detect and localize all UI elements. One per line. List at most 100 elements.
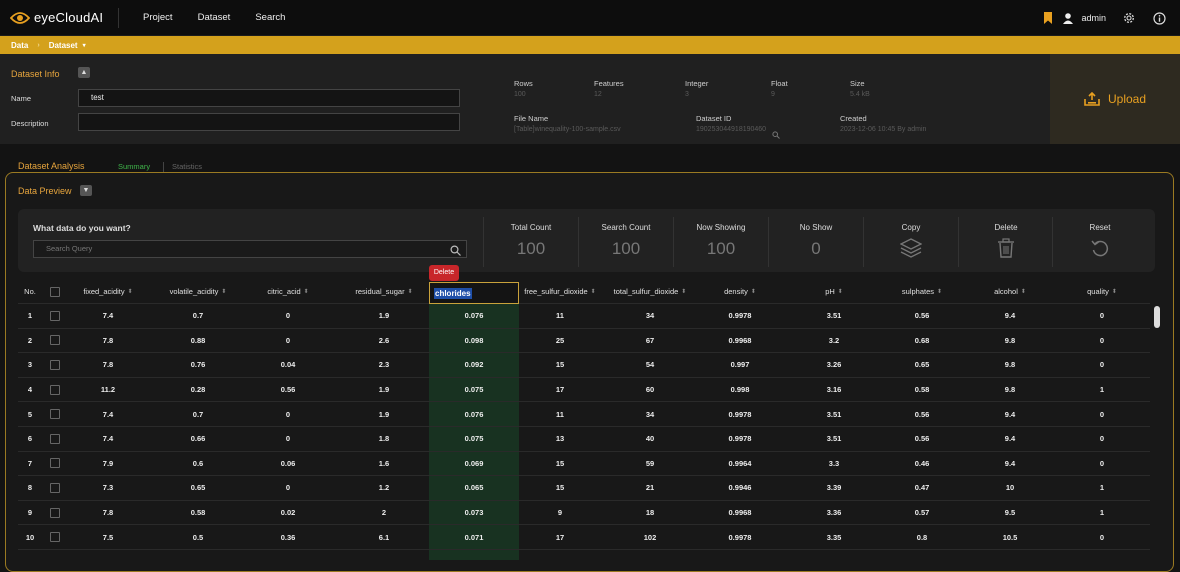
- table-cell-fixed-acidity[interactable]: 7.8: [63, 501, 153, 525]
- table-cell-citric-acid[interactable]: 0.56: [243, 378, 333, 402]
- table-cell-sulphates[interactable]: 0.65: [877, 353, 967, 377]
- table-cell-fixed-acidity[interactable]: 7.3: [63, 476, 153, 500]
- table-cell-residual-sugar[interactable]: 6.1: [339, 525, 429, 549]
- row-checkbox[interactable]: [50, 359, 60, 370]
- table-row[interactable]: 10 7.5 0.5 0.36 6.1 0.071 17 102 0.9978 3.35 0.8 10…: [18, 525, 1150, 550]
- table-cell-density[interactable]: 0.9964: [695, 452, 785, 476]
- table-cell-free-sulfur-dioxide[interactable]: 17: [515, 525, 605, 549]
- table-cell-sulphates[interactable]: 0.8: [877, 525, 967, 549]
- table-row[interactable]: 8 7.3 0.65 0 1.2 0.065 15 21 0.9946 3.39 0.47 10 1: [18, 476, 1150, 501]
- table-cell-fixed-acidity[interactable]: 7.5: [63, 525, 153, 549]
- table-cell-chlorides[interactable]: 0.075: [429, 378, 519, 402]
- tab-statistics[interactable]: Statistics: [172, 162, 202, 171]
- table-cell-volatile-acidity[interactable]: 0.58: [153, 501, 243, 525]
- table-cell-residual-sugar[interactable]: 1.9: [339, 304, 429, 328]
- sort-arrows-icon[interactable]: ⬍: [838, 288, 843, 295]
- table-cell-free-sulfur-dioxide[interactable]: 13: [515, 427, 605, 451]
- table-cell-density[interactable]: 0.9978: [695, 525, 785, 549]
- table-cell-fixed-acidity[interactable]: 7.8: [63, 353, 153, 377]
- table-cell-sulphates[interactable]: 0.56: [877, 402, 967, 426]
- row-checkbox[interactable]: [50, 458, 60, 469]
- table-cell-free-sulfur-dioxide[interactable]: 15: [515, 452, 605, 476]
- table-cell-quality[interactable]: 1: [1057, 378, 1147, 402]
- table-cell-alcohol[interactable]: 9.4: [965, 452, 1055, 476]
- table-cell-free-sulfur-dioxide[interactable]: 15: [515, 353, 605, 377]
- column-header-density[interactable]: density ⬍: [695, 280, 785, 303]
- table-cell-alcohol[interactable]: 9.8: [965, 353, 1055, 377]
- table-cell-citric-acid[interactable]: 0: [243, 427, 333, 451]
- table-cell-citric-acid[interactable]: 0.36: [243, 525, 333, 549]
- table-cell-fixed-acidity[interactable]: 7.8: [63, 329, 153, 353]
- table-row[interactable]: 7 7.9 0.6 0.06 1.6 0.069 15 59 0.9964 3.3 0.46 9.4 0: [18, 452, 1150, 477]
- table-cell-alcohol[interactable]: 10: [965, 476, 1055, 500]
- table-cell-quality[interactable]: 1: [1057, 476, 1147, 500]
- breadcrumb-data[interactable]: Data: [11, 41, 28, 50]
- table-cell-residual-sugar[interactable]: 2: [339, 501, 429, 525]
- settings-gear-icon[interactable]: [1121, 10, 1137, 26]
- table-cell-total-sulfur-dioxide[interactable]: 40: [605, 427, 695, 451]
- table-cell-pH[interactable]: 3.51: [789, 427, 879, 451]
- table-cell-pH[interactable]: 3.35: [789, 525, 879, 549]
- info-icon[interactable]: [1151, 10, 1167, 26]
- sort-arrows-icon[interactable]: ⬍: [408, 288, 413, 295]
- table-cell-free-sulfur-dioxide[interactable]: 17: [515, 378, 605, 402]
- table-cell-alcohol[interactable]: 9.4: [965, 402, 1055, 426]
- table-row[interactable]: 3 7.8 0.76 0.04 2.3 0.092 15 54 0.997 3.26 0.65 9.8…: [18, 353, 1150, 378]
- table-cell-density[interactable]: 0.9978: [695, 402, 785, 426]
- table-row[interactable]: 1 7.4 0.7 0 1.9 0.076 11 34 0.9978 3.51 0.56 9.4 0: [18, 304, 1150, 329]
- table-cell-density[interactable]: 0.9978: [695, 427, 785, 451]
- column-header-total-sulfur-dioxide[interactable]: total_sulfur_dioxide ⬍: [605, 280, 695, 303]
- table-cell-density[interactable]: 0.9978: [695, 304, 785, 328]
- table-cell-pH[interactable]: 3.51: [789, 304, 879, 328]
- table-cell-residual-sugar[interactable]: 1.9: [339, 402, 429, 426]
- tab-summary[interactable]: Summary: [118, 162, 150, 171]
- table-cell-alcohol[interactable]: 9.8: [965, 329, 1055, 353]
- row-checkbox[interactable]: [50, 532, 60, 543]
- bookmark-icon[interactable]: [1040, 10, 1056, 26]
- sort-arrows-icon[interactable]: ⬍: [304, 288, 309, 295]
- table-row[interactable]: 9 7.8 0.58 0.02 2 0.073 9 18 0.9968 3.36 0.57 9.5 1: [18, 501, 1150, 526]
- table-cell-density[interactable]: 0.997: [695, 353, 785, 377]
- sort-arrows-icon[interactable]: ⬍: [221, 288, 226, 295]
- row-checkbox[interactable]: [50, 335, 60, 346]
- table-row[interactable]: 2 7.8 0.88 0 2.6 0.098 25 67 0.9968 3.2 0.68 9.8 0: [18, 329, 1150, 354]
- select-all-checkbox[interactable]: [50, 286, 60, 297]
- table-cell-fixed-acidity[interactable]: 7.4: [63, 402, 153, 426]
- table-cell-pH[interactable]: 3.39: [789, 476, 879, 500]
- table-cell-quality[interactable]: 1: [1057, 501, 1147, 525]
- delete-column-tooltip-button[interactable]: Delete: [429, 265, 459, 281]
- table-cell-pH[interactable]: 3.3: [789, 452, 879, 476]
- collapse-preview-button[interactable]: ▼: [80, 185, 92, 196]
- table-cell-chlorides[interactable]: 0.075: [429, 427, 519, 451]
- table-cell-alcohol[interactable]: 10.5: [965, 525, 1055, 549]
- table-cell-pH[interactable]: 3.2: [789, 329, 879, 353]
- upload-button[interactable]: Upload: [1050, 54, 1180, 144]
- column-header-volatile-acidity[interactable]: volatile_acidity ⬍: [153, 280, 243, 303]
- table-cell-citric-acid[interactable]: 0.04: [243, 353, 333, 377]
- nav-dataset[interactable]: Dataset: [198, 12, 231, 23]
- row-checkbox[interactable]: [50, 507, 60, 518]
- table-cell-chlorides[interactable]: 0.069: [429, 452, 519, 476]
- app-logo[interactable]: eyeCloudAI: [9, 10, 110, 25]
- table-cell-citric-acid[interactable]: 0.06: [243, 452, 333, 476]
- delete-action[interactable]: Delete: [958, 217, 1053, 267]
- table-cell-density[interactable]: 0.9968: [695, 501, 785, 525]
- nav-project[interactable]: Project: [143, 12, 173, 23]
- description-field[interactable]: [78, 113, 460, 131]
- table-cell-total-sulfur-dioxide[interactable]: 54: [605, 353, 695, 377]
- table-cell-total-sulfur-dioxide[interactable]: 21: [605, 476, 695, 500]
- row-checkbox[interactable]: [50, 384, 60, 395]
- table-cell-free-sulfur-dioxide[interactable]: 11: [515, 402, 605, 426]
- table-cell-fixed-acidity[interactable]: 11.2: [63, 378, 153, 402]
- reset-action[interactable]: Reset: [1052, 217, 1147, 267]
- table-cell-volatile-acidity[interactable]: 0.76: [153, 353, 243, 377]
- table-cell-quality[interactable]: 0: [1057, 353, 1147, 377]
- table-cell-volatile-acidity[interactable]: 0.7: [153, 402, 243, 426]
- table-row[interactable]: 4 11.2 0.28 0.56 1.9 0.075 17 60 0.998 3.16 0.58 9.…: [18, 378, 1150, 403]
- sort-arrows-icon[interactable]: ⬍: [1112, 288, 1117, 295]
- table-cell-chlorides[interactable]: 0.073: [429, 501, 519, 525]
- table-cell-alcohol[interactable]: 9.4: [965, 427, 1055, 451]
- table-cell-pH[interactable]: 3.51: [789, 402, 879, 426]
- search-icon[interactable]: [450, 243, 461, 261]
- table-row[interactable]: 6 7.4 0.66 0 1.8 0.075 13 40 0.9978 3.51 0.56 9.4 0: [18, 427, 1150, 452]
